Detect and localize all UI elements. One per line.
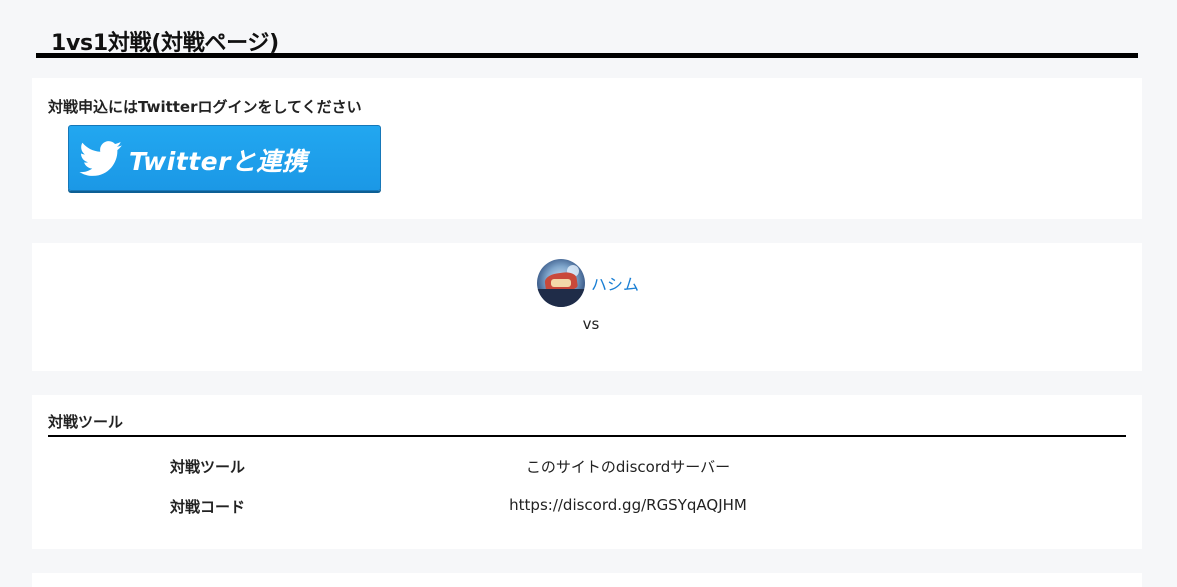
tool-row: 対戦コード https://discord.gg/RGSYqAQJHM bbox=[48, 496, 1126, 520]
player-entry: ハシム bbox=[537, 258, 639, 308]
twitter-login-button[interactable]: Twitterと連携 bbox=[68, 125, 381, 191]
player-avatar[interactable] bbox=[537, 259, 585, 307]
login-card: 対戦申込にはTwitterログインをしてください Twitterと連携 bbox=[32, 78, 1142, 219]
match-code-value[interactable]: https://discord.gg/RGSYqAQJHM bbox=[488, 496, 768, 514]
tool-label: 対戦ツール bbox=[170, 458, 246, 476]
tools-heading: 対戦ツール bbox=[48, 411, 1126, 437]
player-name-link[interactable]: ハシム bbox=[591, 271, 639, 295]
page-title-text: 1vs1対戦(対戦ページ) bbox=[51, 31, 279, 56]
login-message: 対戦申込にはTwitterログインをしてください bbox=[48, 98, 362, 116]
vs-label: vs bbox=[582, 315, 600, 333]
twitter-login-label: Twitterと連携 bbox=[129, 147, 308, 176]
tool-value: このサイトのdiscordサーバー bbox=[525, 458, 731, 476]
page: 1vs1対戦(対戦ページ) 対戦申込にはTwitterログインをしてください T… bbox=[0, 0, 1177, 587]
twitter-bird-icon bbox=[79, 141, 122, 176]
tools-heading-text: 対戦ツール bbox=[48, 413, 124, 431]
match-card: ハシム vs bbox=[32, 243, 1142, 371]
page-title: 1vs1対戦(対戦ページ) bbox=[36, 22, 1138, 58]
tool-row: 対戦ツール このサイトのdiscordサーバー bbox=[48, 456, 1126, 480]
next-card bbox=[32, 573, 1142, 587]
tools-card: 対戦ツール 対戦ツール このサイトのdiscordサーバー 対戦コード http… bbox=[32, 395, 1142, 549]
tool-label: 対戦コード bbox=[170, 498, 246, 516]
